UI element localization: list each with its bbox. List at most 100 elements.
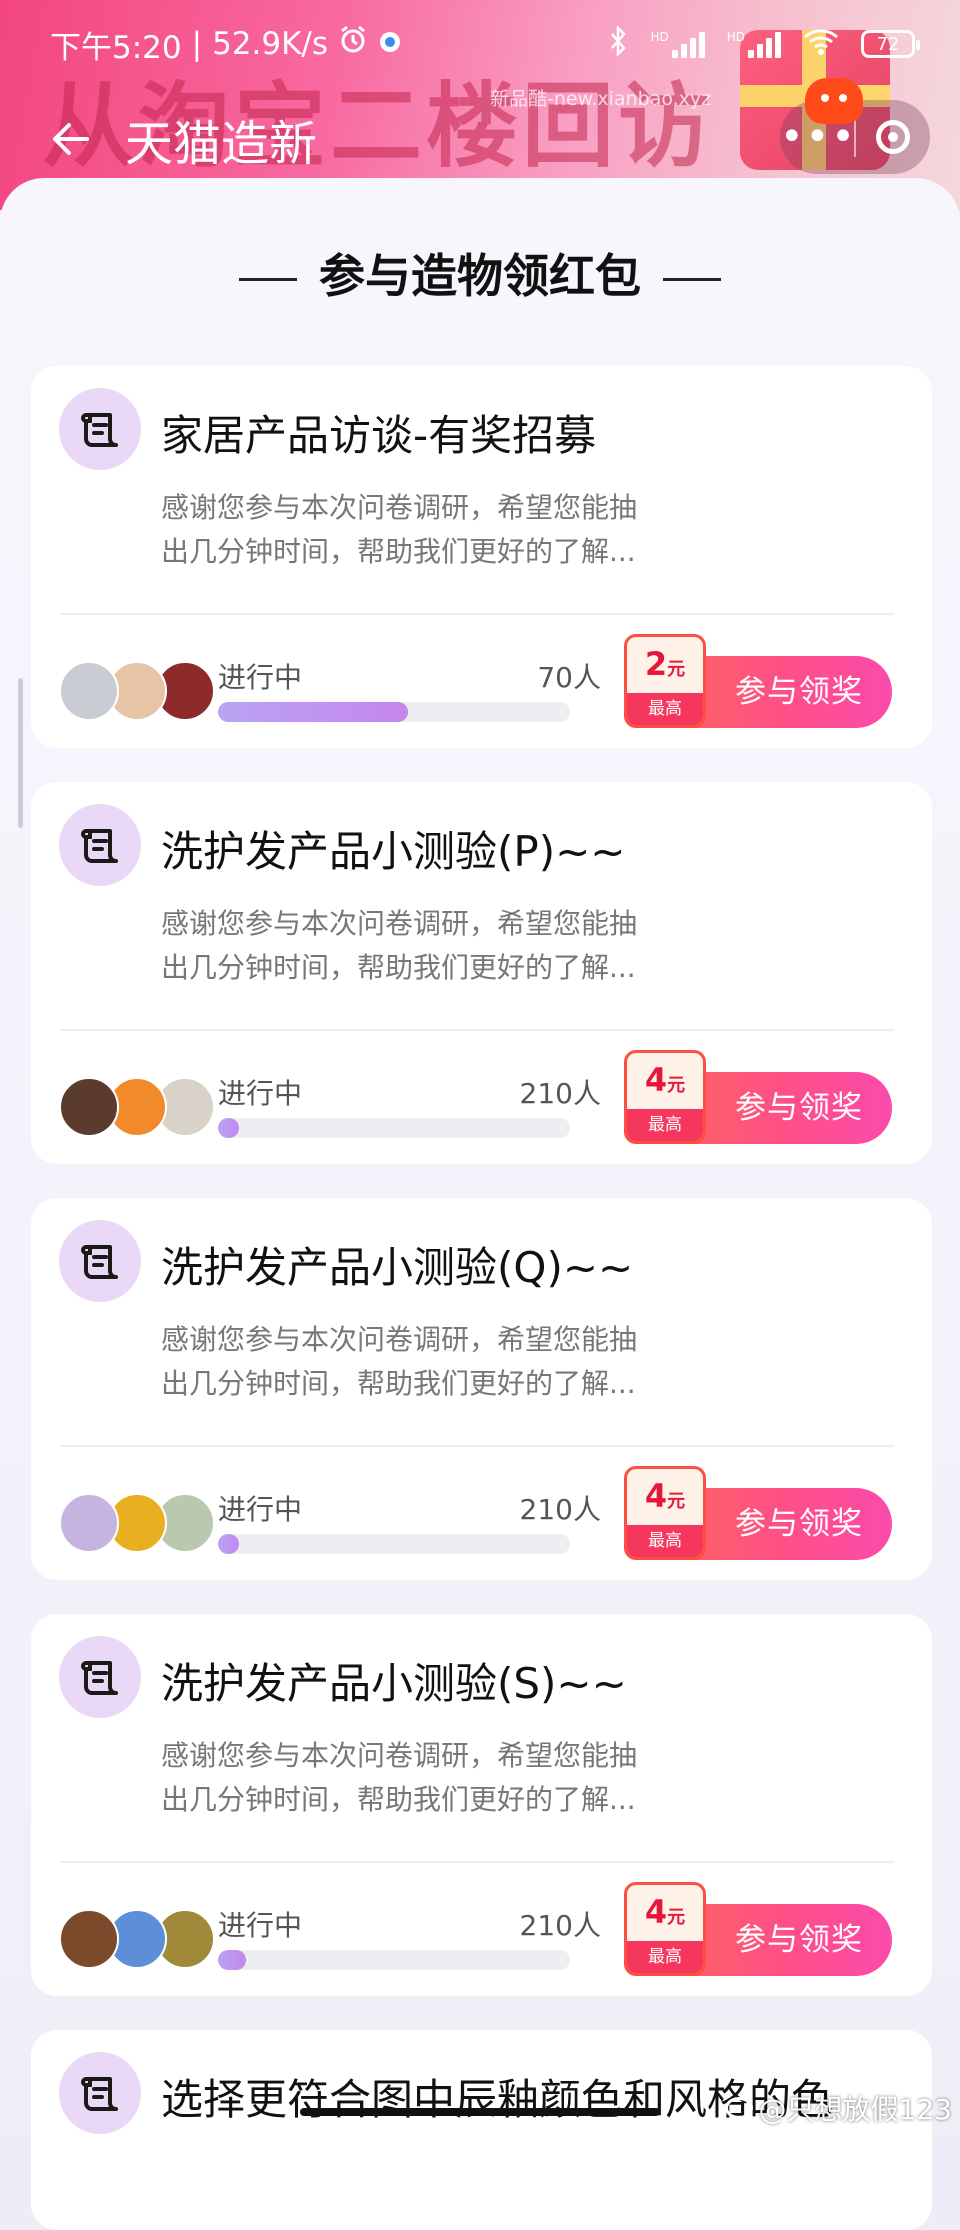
reward-max-label: 最高 [627, 693, 703, 725]
reward-amount: 4 [644, 1477, 668, 1515]
signal1-label: HD [650, 30, 669, 44]
max-reward-badge: 2元 最高 [624, 634, 706, 728]
weibo-handle: @只想放假123 [758, 2093, 952, 2126]
claim-reward-label: 参与领奖 [735, 1506, 863, 1542]
card-desc-line: 出几分钟时间，帮助我们更好的了解... [161, 535, 636, 568]
reward-amount: 4 [644, 1061, 668, 1099]
reward-max-label: 最高 [627, 1109, 703, 1141]
card-description: 感谢您参与本次问卷调研，希望您能抽 出几分钟时间，帮助我们更好的了解... [161, 902, 681, 990]
participant-count: 70人 [537, 661, 601, 694]
scroll-indicator[interactable] [18, 678, 23, 828]
progress-fill [218, 702, 409, 722]
card-scroll-icon [59, 1220, 141, 1302]
reward-unit: 元 [667, 659, 686, 680]
card-description: 感谢您参与本次问卷调研，希望您能抽 出几分钟时间，帮助我们更好的了解... [161, 1318, 681, 1406]
participant-avatars [59, 1909, 219, 1971]
card-divider [59, 1861, 894, 1863]
claim-reward-button[interactable]: 4元 最高 参与领奖 [624, 1466, 892, 1560]
progress-bar [218, 1118, 570, 1138]
title-dash-left [239, 278, 297, 281]
card-divider [59, 1445, 894, 1447]
card-desc-line: 感谢您参与本次问卷调研，希望您能抽 [161, 1323, 638, 1356]
back-button[interactable] [36, 104, 106, 174]
target-close-icon [876, 120, 910, 154]
progress-status: 进行中 [218, 661, 303, 694]
participant-avatars [59, 1493, 219, 1555]
card-desc-line: 出几分钟时间，帮助我们更好的了解... [161, 951, 636, 984]
card-desc-line: 感谢您参与本次问卷调研，希望您能抽 [161, 907, 638, 940]
progress-status: 进行中 [218, 1493, 303, 1526]
participant-count: 210人 [519, 1493, 601, 1526]
task-card[interactable]: 洗护发产品小测验(S)~~ 感谢您参与本次问卷调研，希望您能抽 出几分钟时间，帮… [31, 1614, 932, 1996]
section-header: 参与造物领红包 [0, 240, 960, 306]
claim-reward-label: 参与领奖 [735, 1922, 863, 1958]
reward-amount: 4 [644, 1893, 668, 1931]
claim-reward-button[interactable]: 4元 最高 参与领奖 [624, 1050, 892, 1144]
card-description: 感谢您参与本次问卷调研，希望您能抽 出几分钟时间，帮助我们更好的了解... [161, 1734, 681, 1822]
claim-reward-label: 参与领奖 [735, 674, 863, 710]
progress-bar [218, 1950, 570, 1970]
participant-count: 210人 [519, 1077, 601, 1110]
participant-avatars [59, 661, 219, 723]
claim-reward-label: 参与领奖 [735, 1090, 863, 1126]
card-divider [59, 1029, 894, 1031]
home-indicator[interactable] [300, 2108, 660, 2116]
progress-fill [218, 1534, 240, 1554]
status-bar: 下午5:20 | 52.9K/s HD HD 72 [0, 0, 960, 88]
task-card[interactable]: 洗护发产品小测验(P)~~ 感谢您参与本次问卷调研，希望您能抽 出几分钟时间，帮… [31, 782, 932, 1164]
task-card[interactable]: 选择更符合图中辰釉颜色和风格的色 [31, 2030, 932, 2230]
cell-signal-1-icon: HD [650, 30, 705, 58]
card-scroll-icon [59, 804, 141, 886]
section-title: 参与造物领红包 [319, 249, 641, 303]
progress-fill [218, 1118, 240, 1138]
task-card[interactable]: 洗护发产品小测验(Q)~~ 感谢您参与本次问卷调研，希望您能抽 出几分钟时间，帮… [31, 1198, 932, 1580]
close-mini-program-button[interactable] [856, 120, 930, 154]
task-card[interactable]: 家居产品访谈-有奖招募 感谢您参与本次问卷调研，希望您能抽 出几分钟时间，帮助我… [31, 366, 932, 748]
alarm-clock-icon [338, 25, 368, 63]
back-arrow-icon [53, 123, 89, 155]
card-desc-line: 感谢您参与本次问卷调研，希望您能抽 [161, 1739, 638, 1772]
participant-avatars [59, 1077, 219, 1139]
signal2-label: HD [726, 30, 745, 44]
status-divider: | [191, 26, 203, 62]
card-scroll-icon [59, 1636, 141, 1718]
card-divider [59, 613, 894, 615]
cell-signal-2-icon: HD [727, 30, 781, 58]
card-title: 洗护发产品小测验(Q)~~ [161, 1243, 634, 1292]
participant-count: 210人 [519, 1909, 601, 1942]
card-desc-line: 出几分钟时间，帮助我们更好的了解... [161, 1367, 636, 1400]
max-reward-badge: 4元 最高 [624, 1882, 706, 1976]
status-time: 下午5:20 [50, 29, 182, 66]
card-description: 感谢您参与本次问卷调研，希望您能抽 出几分钟时间，帮助我们更好的了解... [161, 486, 681, 574]
status-net-speed: 52.9K/s [212, 26, 329, 62]
progress-bar [218, 702, 570, 722]
reward-max-label: 最高 [627, 1941, 703, 1973]
card-desc-line: 感谢您参与本次问卷调研，希望您能抽 [161, 491, 638, 524]
claim-reward-button[interactable]: 4元 最高 参与领奖 [624, 1882, 892, 1976]
participant-avatar [59, 661, 119, 721]
card-scroll-icon [59, 388, 141, 470]
reward-unit: 元 [667, 1075, 686, 1096]
bluetooth-icon [608, 24, 628, 62]
card-title: 洗护发产品小测验(S)~~ [161, 1659, 627, 1708]
weibo-eye-icon [724, 2097, 753, 2119]
reward-max-label: 最高 [627, 1525, 703, 1557]
app-notification-icon [378, 26, 402, 62]
title-dash-right [663, 278, 721, 281]
progress-status: 进行中 [218, 1077, 303, 1110]
participant-avatar [59, 1493, 119, 1553]
claim-reward-button[interactable]: 2元 最高 参与领奖 [624, 634, 892, 728]
card-desc-line: 出几分钟时间，帮助我们更好的了解... [161, 1783, 636, 1816]
tmall-mascot-icon [805, 78, 863, 124]
page-title: 天猫造新 [125, 116, 318, 172]
card-title: 洗护发产品小测验(P)~~ [161, 827, 626, 876]
wifi-icon [803, 27, 839, 61]
progress-status: 进行中 [218, 1909, 303, 1942]
reward-unit: 元 [667, 1907, 686, 1928]
max-reward-badge: 4元 最高 [624, 1466, 706, 1560]
participant-avatar [59, 1909, 119, 1969]
weibo-watermark: @只想放假123 [724, 2088, 952, 2128]
card-title: 家居产品访谈-有奖招募 [161, 411, 597, 460]
reward-unit: 元 [667, 1491, 686, 1512]
max-reward-badge: 4元 最高 [624, 1050, 706, 1144]
